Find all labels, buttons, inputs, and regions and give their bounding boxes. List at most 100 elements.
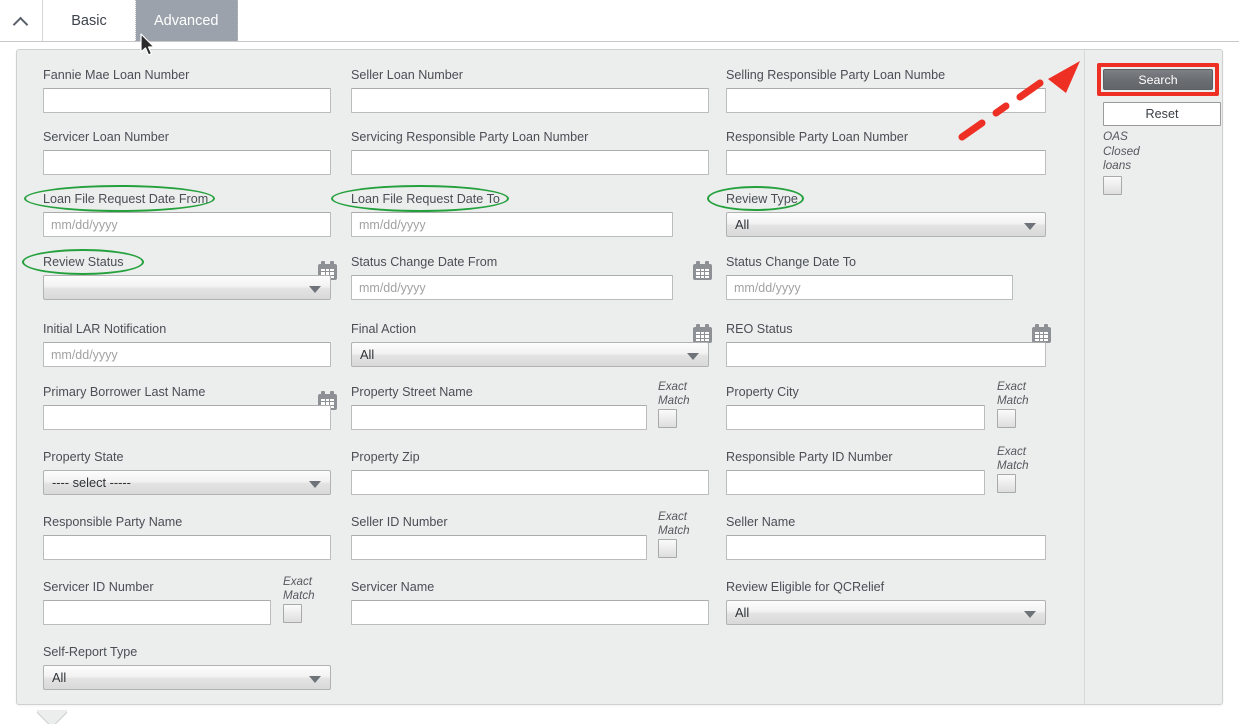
label-seller-id-number: Seller ID Number [351,515,448,529]
input-loan-file-request-date-to[interactable] [351,212,673,237]
input-servicing-responsible-party-loan-number[interactable] [351,150,709,175]
exact-match-label-line1: Exact [997,380,1026,393]
field-property-street-name: Property Street Name [351,385,647,430]
field-responsible-party-name: Responsible Party Name [43,515,331,560]
action-sidebar: Search Reset OAS Closed loans [1086,50,1223,704]
label-self-report-type: Self-Report Type [43,645,138,659]
input-responsible-party-id-number[interactable] [726,470,985,495]
field-primary-borrower-last-name: Primary Borrower Last Name [43,385,331,430]
label-reo-status: REO Status [726,322,793,336]
calendar-icon-loan-file-request-date-to[interactable] [693,261,712,280]
exact-match-label-line1: Exact [283,575,312,588]
input-status-change-date-from[interactable] [351,275,673,300]
select-review-status[interactable] [43,275,331,300]
select-review-eligible-for-qcrelief-value: All [735,605,750,620]
tab-advanced[interactable]: Advanced [136,0,238,41]
field-loan-file-request-date-to: Loan File Request Date To [351,192,673,237]
input-selling-responsible-party-loan-number[interactable] [726,88,1046,113]
label-servicer-name: Servicer Name [351,580,435,594]
field-loan-file-request-date-from: Loan File Request Date From [43,192,331,237]
label-primary-borrower-last-name: Primary Borrower Last Name [43,385,206,399]
input-loan-file-request-date-from[interactable] [43,212,331,237]
label-responsible-party-loan-number: Responsible Party Loan Number [726,130,909,144]
label-seller-loan-number: Seller Loan Number [351,68,464,82]
label-final-action: Final Action [351,322,417,336]
search-button[interactable]: Search [1103,69,1213,90]
field-servicer-id-number: Servicer ID Number [43,580,271,625]
exact-match-property-street-name: Exact Match [658,380,692,428]
chevron-down-icon [309,285,321,293]
checkbox-exact-match-property-city[interactable] [997,409,1016,428]
field-seller-id-number: Seller ID Number [351,515,647,560]
checkbox-oas-closed-loans[interactable] [1103,176,1122,195]
field-final-action: Final Action All [351,322,709,367]
collapse-panel-button[interactable] [0,0,43,41]
chevron-up-icon [14,16,29,25]
label-review-type: Review Type [726,192,798,206]
input-property-street-name[interactable] [351,405,647,430]
label-loan-file-request-date-to: Loan File Request Date To [351,192,500,206]
oas-closed-loans-label: OAS Closed loans [1103,129,1147,173]
label-fannie-mae-loan-number: Fannie Mae Loan Number [43,68,190,82]
select-property-state[interactable]: ---- select ----- [43,470,331,495]
input-responsible-party-name[interactable] [43,535,331,560]
reset-button[interactable]: Reset [1103,102,1221,126]
field-status-change-date-from: Status Change Date From [351,255,673,300]
select-final-action-value: All [360,347,375,362]
select-property-state-value: ---- select ----- [52,475,131,490]
input-fannie-mae-loan-number[interactable] [43,88,331,113]
tab-basic[interactable]: Basic [43,0,136,41]
label-property-zip: Property Zip [351,450,420,464]
field-self-report-type: Self-Report Type All [43,645,331,690]
label-servicer-id-number: Servicer ID Number [43,580,154,594]
exact-match-seller-id-number: Exact Match [658,510,692,558]
field-status-change-date-to: Status Change Date To [726,255,1013,300]
input-seller-name[interactable] [726,535,1046,560]
checkbox-exact-match-property-street-name[interactable] [658,409,677,428]
panel-expand-nub[interactable] [37,710,67,724]
select-review-type[interactable]: All [726,212,1046,237]
select-review-type-value: All [735,217,750,232]
field-reo-status: REO Status [726,322,1046,367]
chevron-down-icon [1024,222,1036,230]
chevron-down-icon [1024,610,1036,618]
field-review-type: Review Type All [726,192,1046,237]
input-property-zip[interactable] [351,470,709,495]
input-servicer-name[interactable] [351,600,709,625]
form-area: Fannie Mae Loan Number Seller Loan Numbe… [17,50,1085,704]
select-review-eligible-for-qcrelief[interactable]: All [726,600,1046,625]
tab-bar: Basic Advanced [0,0,1239,42]
field-seller-loan-number: Seller Loan Number [351,68,709,113]
field-seller-name: Seller Name [726,515,1046,560]
field-property-state: Property State ---- select ----- [43,450,331,495]
select-self-report-type[interactable]: All [43,665,331,690]
input-property-city[interactable] [726,405,985,430]
input-reo-status[interactable] [726,342,1046,367]
input-servicer-id-number[interactable] [43,600,271,625]
input-seller-id-number[interactable] [351,535,647,560]
input-seller-loan-number[interactable] [351,88,709,113]
input-status-change-date-to[interactable] [726,275,1013,300]
exact-match-responsible-party-id-number: Exact Match [997,445,1031,493]
select-self-report-type-value: All [52,670,67,685]
advanced-loan-search-screen: Basic Advanced Fannie Mae Loan Number Se… [0,0,1239,725]
field-fannie-mae-loan-number: Fannie Mae Loan Number [43,68,331,113]
field-review-eligible-for-qcrelief: Review Eligible for QCRelief All [726,580,1046,625]
field-review-status: Review Status [43,255,331,300]
input-servicer-loan-number[interactable] [43,150,331,175]
field-servicing-responsible-party-loan-number: Servicing Responsible Party Loan Number [351,130,709,175]
oas-label-line1: OAS [1103,129,1128,143]
input-responsible-party-loan-number[interactable] [726,150,1046,175]
checkbox-exact-match-responsible-party-id-number[interactable] [997,474,1016,493]
label-status-change-date-from: Status Change Date From [351,255,498,269]
select-final-action[interactable]: All [351,342,709,367]
label-seller-name: Seller Name [726,515,796,529]
checkbox-exact-match-seller-id-number[interactable] [658,539,677,558]
checkbox-exact-match-servicer-id-number[interactable] [283,604,302,623]
exact-match-label-line2: Match [997,458,1029,472]
exact-match-servicer-id-number: Exact Match [283,575,317,623]
exact-match-label-line2: Match [283,588,315,602]
input-initial-lar-notification[interactable] [43,342,331,367]
label-servicing-responsible-party-loan-number: Servicing Responsible Party Loan Number [351,130,589,144]
input-primary-borrower-last-name[interactable] [43,405,331,430]
